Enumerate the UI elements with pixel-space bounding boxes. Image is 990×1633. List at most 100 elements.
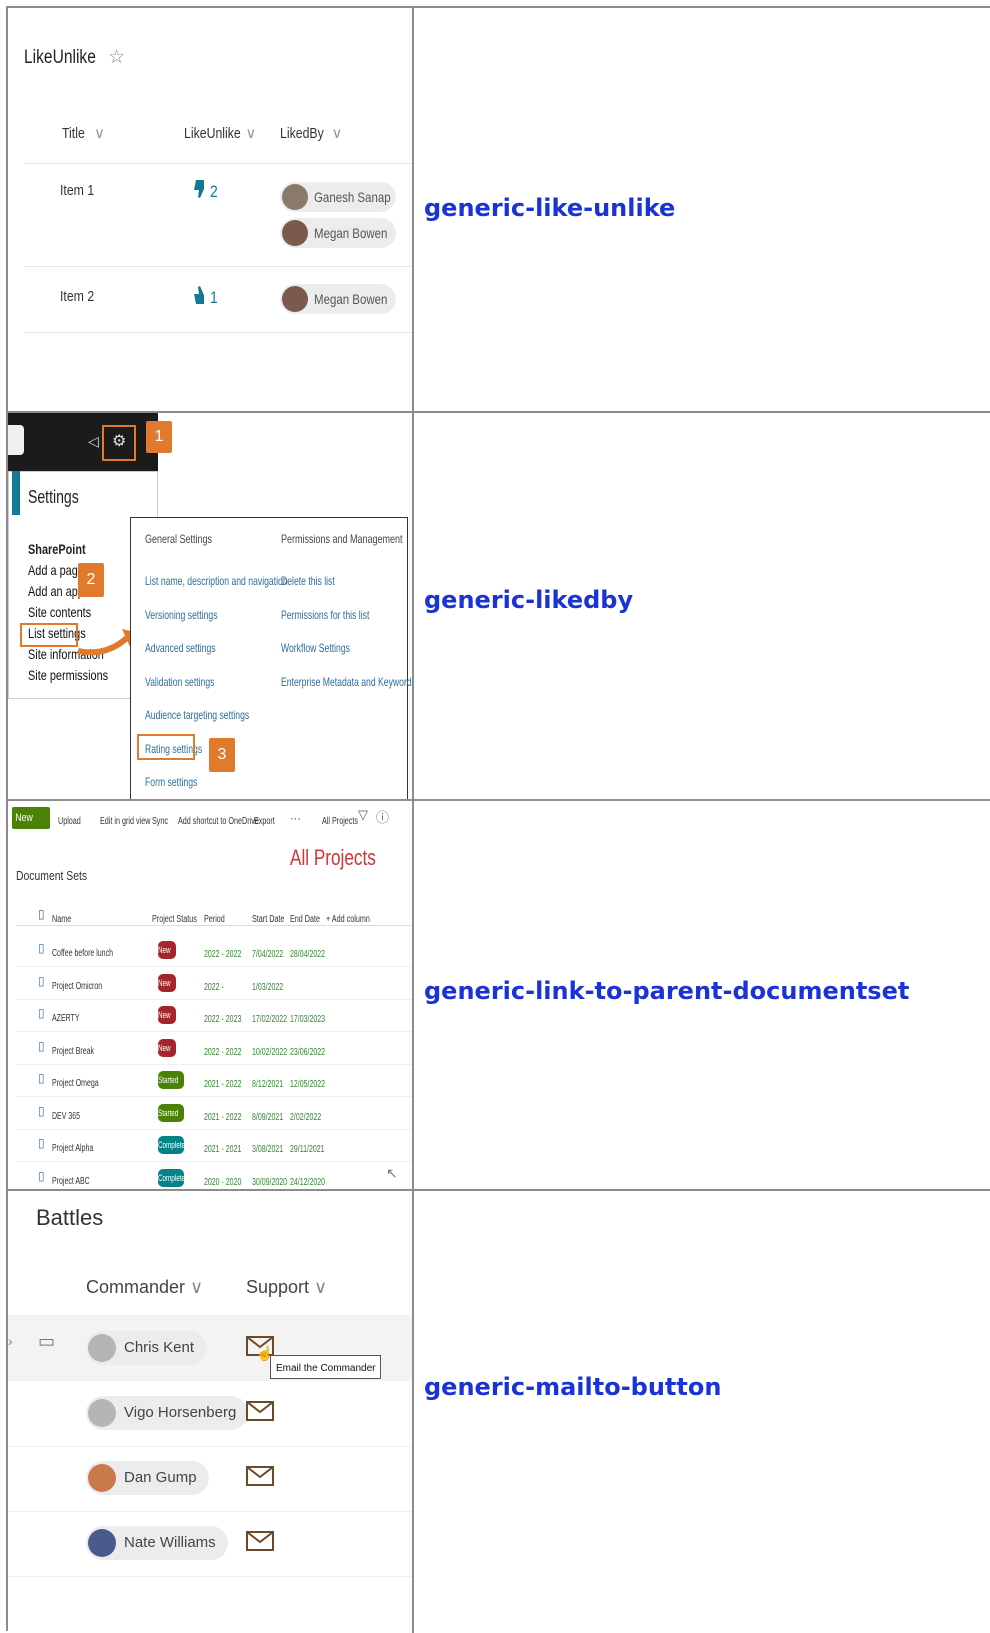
start-date: 8/09/2021 [252, 1111, 284, 1123]
document-set-icon: ▯ [38, 1136, 45, 1150]
avatar [88, 1529, 116, 1557]
view-selector[interactable]: All Projects [322, 816, 358, 827]
document-name[interactable]: AZERTY [52, 1013, 79, 1024]
column-header[interactable]: End Date [290, 914, 320, 925]
person-chip[interactable]: Megan Bowen [280, 284, 396, 314]
menu-item[interactable]: Site contents [28, 604, 91, 620]
mail-icon[interactable] [246, 1531, 274, 1551]
file-type-icon: ▯ [38, 907, 45, 921]
start-date: 10/02/2022 [252, 1046, 288, 1058]
settings-link[interactable]: Versioning settings [145, 608, 218, 622]
step-badge-1: 1 [146, 421, 172, 453]
link-generic-like-unlike[interactable]: generic-like-unlike [424, 194, 675, 222]
menu-item[interactable]: Site permissions [28, 667, 108, 683]
settings-link[interactable]: Audience targeting settings [145, 708, 249, 722]
settings-link[interactable]: List name, description and navigation [145, 574, 288, 588]
document-row[interactable]: ▯ Coffee before lunch New 2022 - 2022 7/04/2… [16, 935, 412, 967]
item-title[interactable]: Item 2 [60, 288, 94, 305]
settings-link[interactable]: Enterprise Metadata and Keywords Setting… [281, 675, 412, 689]
settings-link[interactable]: Form settings [145, 775, 197, 789]
column-header[interactable]: Start Date [252, 914, 284, 925]
new-button[interactable]: New [12, 807, 50, 829]
screenshot-battles: Battles Commander ∨ Support ∨ › ▭ Chris … [8, 1191, 414, 1633]
link-generic-mailto-button[interactable]: generic-mailto-button [424, 1373, 721, 1401]
add-column-button[interactable]: + Add column [326, 914, 370, 925]
document-name[interactable]: Project ABC [52, 1176, 90, 1187]
person-chip[interactable]: Nate Williams [86, 1526, 228, 1560]
upload-button[interactable]: Upload [58, 816, 81, 827]
period: 2021 - 2022 [204, 1111, 242, 1123]
item-title[interactable]: Item 1 [60, 182, 94, 199]
period: 2021 - 2022 [204, 1079, 242, 1090]
settings-link[interactable]: Validation settings [145, 675, 214, 689]
edit-grid-button[interactable]: Edit in grid view [100, 816, 150, 827]
accent-bar [12, 471, 20, 515]
settings-link[interactable]: Advanced settings [145, 641, 216, 655]
avatar [88, 1334, 116, 1362]
mail-icon[interactable] [246, 1466, 274, 1486]
divider [24, 163, 412, 164]
chevron-down-icon: ∨ [185, 1277, 204, 1297]
highlight-box [102, 425, 136, 461]
settings-link[interactable]: Delete this list [281, 574, 335, 588]
link-generic-likedby[interactable]: generic-likedby [424, 586, 633, 614]
like-count: 1 [210, 288, 218, 307]
document-name[interactable]: DEV 365 [52, 1111, 80, 1122]
document-name[interactable]: Project Omega [52, 1078, 99, 1089]
document-row[interactable]: ▯ Project ABC Completed 2020 - 2020 30/09/20… [16, 1163, 412, 1190]
document-row[interactable]: ▯ Project Omega Started 2021 - 2022 8/12/202… [16, 1065, 412, 1097]
shortcut-button[interactable]: Add shortcut to OneDrive [178, 816, 259, 827]
person-chip[interactable]: Chris Kent [86, 1331, 207, 1365]
document-row[interactable]: ▯ Project Break New 2022 - 2022 10/02/2022 23… [16, 1033, 412, 1065]
search-box[interactable] [8, 425, 24, 455]
breadcrumb[interactable]: Document Sets [16, 868, 87, 883]
thumb-up-icon[interactable] [194, 286, 208, 309]
start-date: 17/02/2022 [252, 1014, 288, 1025]
person-chip[interactable]: Ganesh Sanap [280, 182, 396, 212]
document-row[interactable]: ▯ Project Alpha Completed 2021 - 2021 3/08/2… [16, 1130, 412, 1162]
star-icon[interactable]: ☆ [108, 47, 125, 68]
link-generic-link-to-parent-documentset[interactable]: generic-link-to-parent-documentset [424, 977, 909, 1005]
info-icon[interactable]: ⓘ [376, 807, 389, 826]
mail-icon[interactable] [246, 1401, 274, 1421]
avatar [282, 184, 308, 210]
thumb-down-icon[interactable] [194, 180, 208, 203]
settings-link[interactable]: Workflow Settings [281, 641, 350, 655]
table-row: LikeUnlike ☆ Title ∨ LikeUnlike ∨ LikedB… [8, 8, 990, 413]
person-chip[interactable]: Megan Bowen [280, 218, 396, 248]
menu-item[interactable]: Add a page [28, 562, 84, 578]
column-header-likeunlike[interactable]: LikeUnlike [184, 125, 241, 142]
column-header[interactable]: Project Status [152, 914, 197, 925]
person-chip[interactable]: Dan Gump [86, 1461, 209, 1495]
column-header[interactable]: Period [204, 914, 225, 925]
export-button[interactable]: Export [254, 816, 275, 827]
document-row[interactable]: ▯ Project Omicron New 2022 - 1/03/2022 [16, 968, 412, 1000]
document-name[interactable]: Project Alpha [52, 1143, 93, 1154]
column-header-commander[interactable]: Commander [86, 1277, 185, 1297]
start-date: 1/03/2022 [252, 981, 284, 993]
megaphone-icon[interactable]: ◁ [88, 433, 99, 450]
document-row[interactable]: ▯ AZERTY New 2022 - 2023 17/02/2022 17/03/202… [16, 1000, 412, 1032]
settings-link[interactable]: Permissions for this list [281, 608, 369, 622]
menu-item[interactable]: Add an app [28, 583, 84, 599]
column-header[interactable]: Name [52, 914, 71, 925]
document-row[interactable]: ▯ DEV 365 Started 2021 - 2022 8/09/2021 2/02/… [16, 1098, 412, 1130]
more-button[interactable]: ··· [290, 813, 301, 825]
document-set-icon: ▯ [38, 1103, 45, 1118]
row-select-icon[interactable]: › [8, 1333, 13, 1349]
highlight-box [20, 623, 78, 647]
avatar [88, 1464, 116, 1492]
document-name[interactable]: Project Break [52, 1046, 94, 1057]
avatar [88, 1399, 116, 1427]
sync-button[interactable]: Sync [152, 816, 168, 827]
column-header-support[interactable]: Support [246, 1277, 309, 1297]
filter-icon[interactable]: ▽ [358, 807, 368, 823]
column-header-title[interactable]: Title [62, 125, 85, 142]
column-header-likedby[interactable]: LikedBy [280, 125, 324, 142]
document-name[interactable]: Project Omicron [52, 981, 102, 992]
divider [24, 266, 412, 267]
comment-icon[interactable]: ▭ [38, 1331, 55, 1352]
document-name[interactable]: Coffee before lunch [52, 948, 113, 959]
person-chip[interactable]: Vigo Horsenberg [86, 1396, 249, 1430]
status-pill: Completed [158, 1136, 188, 1154]
